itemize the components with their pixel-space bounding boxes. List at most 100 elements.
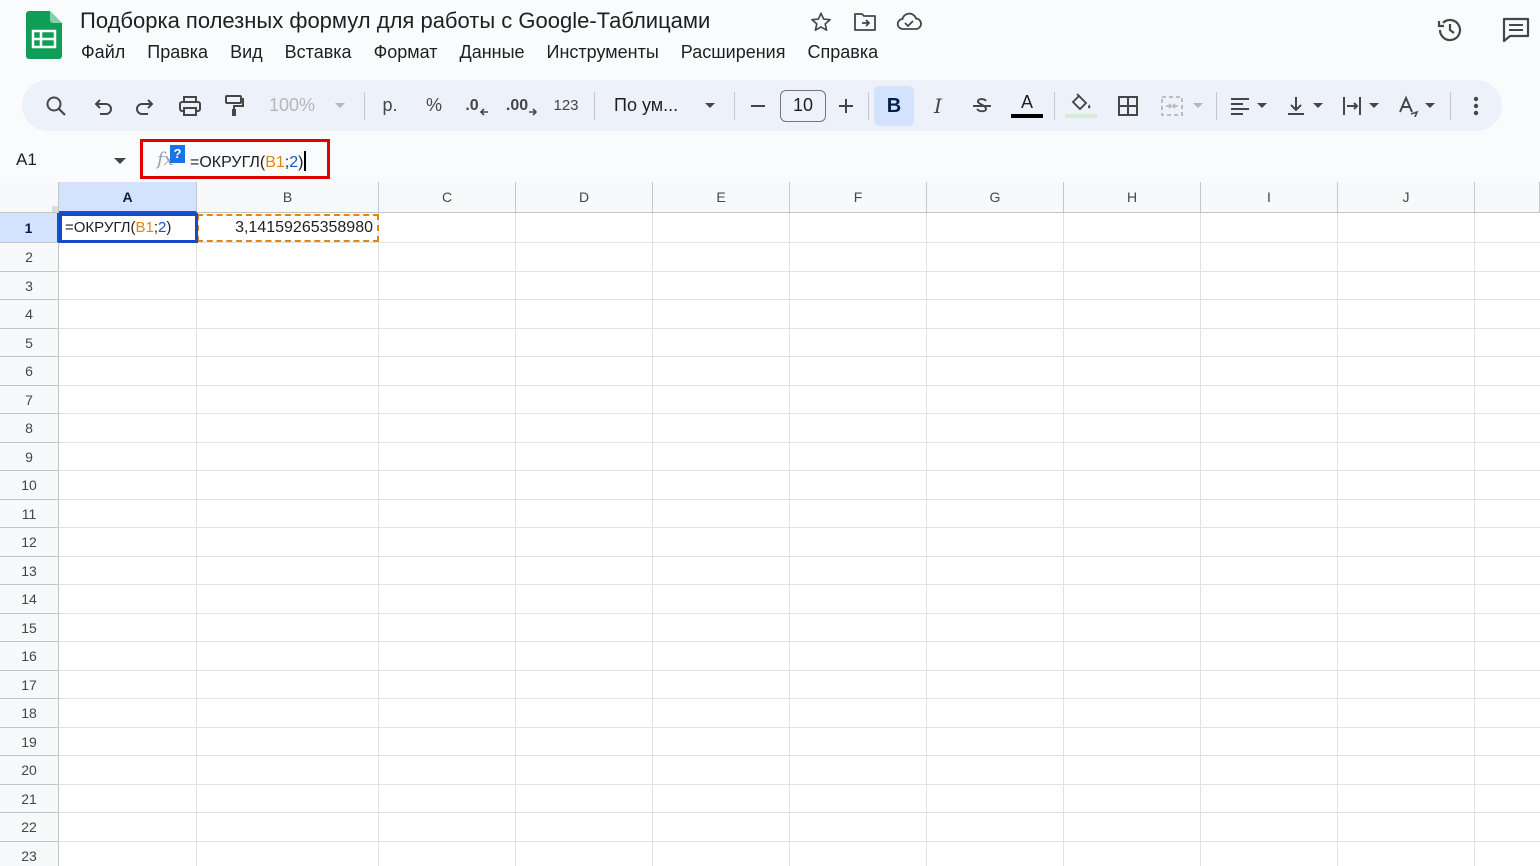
- decrease-decimals-button[interactable]: .0: [460, 80, 494, 131]
- grid-line: [378, 213, 379, 866]
- merge-cells-icon[interactable]: [1156, 80, 1188, 131]
- name-box-dropdown-icon[interactable]: [114, 158, 126, 164]
- text-rotation-icon[interactable]: [1394, 80, 1422, 131]
- vertical-align-icon[interactable]: [1282, 80, 1310, 131]
- document-title[interactable]: Подборка полезных формул для работы с Go…: [80, 8, 710, 34]
- halign-dropdown-icon[interactable]: [1254, 80, 1270, 131]
- print-icon[interactable]: [174, 80, 206, 131]
- comments-icon[interactable]: [1500, 14, 1532, 46]
- column-header-g[interactable]: G: [927, 182, 1064, 213]
- paint-format-icon[interactable]: [218, 80, 250, 131]
- cell-b1[interactable]: 3,14159265358980: [197, 214, 379, 242]
- redo-icon[interactable]: [130, 80, 162, 131]
- row-header-12[interactable]: 12: [0, 528, 59, 557]
- cell-a1-active-editor[interactable]: =ОКРУГЛ(B1;2): [59, 213, 198, 243]
- row-header-18[interactable]: 18: [0, 699, 59, 728]
- column-header-i[interactable]: I: [1201, 182, 1338, 213]
- spreadsheet-grid[interactable]: A B C D E F G H I J 1 2 3 4 5 6 7 8 9 10…: [0, 182, 1540, 866]
- row-header-1[interactable]: 1: [0, 213, 59, 243]
- font-size-input[interactable]: 10: [780, 89, 826, 122]
- grid-line: [59, 527, 1540, 528]
- merge-dropdown-icon[interactable]: [1190, 80, 1206, 131]
- row-header-14[interactable]: 14: [0, 585, 59, 614]
- font-dropdown-icon[interactable]: [700, 80, 720, 131]
- column-header-c[interactable]: C: [379, 182, 516, 213]
- row-header-2[interactable]: 2: [0, 243, 59, 272]
- fill-color-button[interactable]: [1064, 80, 1098, 131]
- menu-extensions[interactable]: Расширения: [670, 40, 797, 65]
- menu-file[interactable]: Файл: [70, 40, 136, 65]
- row-header-22[interactable]: 22: [0, 813, 59, 842]
- row-header-21[interactable]: 21: [0, 785, 59, 813]
- text-color-button[interactable]: A: [1010, 80, 1044, 131]
- row-header-20[interactable]: 20: [0, 756, 59, 785]
- column-header-j[interactable]: J: [1338, 182, 1475, 213]
- row-header-6[interactable]: 6: [0, 357, 59, 386]
- row-header-4[interactable]: 4: [0, 300, 59, 329]
- search-menus-icon[interactable]: [40, 80, 72, 131]
- column-header-b[interactable]: B: [197, 182, 379, 213]
- menu-edit[interactable]: Правка: [136, 40, 219, 65]
- menu-help[interactable]: Справка: [796, 40, 889, 65]
- percent-format-button[interactable]: %: [418, 80, 450, 131]
- row-header-10[interactable]: 10: [0, 471, 59, 500]
- row-header-3[interactable]: 3: [0, 272, 59, 300]
- strikethrough-icon[interactable]: [966, 80, 998, 131]
- wrap-dropdown-icon[interactable]: [1366, 80, 1382, 131]
- undo-icon[interactable]: [86, 80, 118, 131]
- rotation-dropdown-icon[interactable]: [1422, 80, 1438, 131]
- move-to-folder-icon[interactable]: [850, 10, 880, 34]
- formula-input[interactable]: =ОКРУГЛ(B1;2): [190, 151, 307, 172]
- zoom-dropdown-icon[interactable]: [330, 80, 350, 131]
- row-header-5[interactable]: 5: [0, 329, 59, 357]
- row-header-19[interactable]: 19: [0, 728, 59, 756]
- increase-font-size-icon[interactable]: [832, 80, 860, 131]
- version-history-icon[interactable]: [1434, 14, 1466, 46]
- grid-line: [59, 613, 1540, 614]
- grid-line: [1200, 213, 1201, 866]
- more-formats-button[interactable]: 123: [548, 80, 584, 131]
- row-header-15[interactable]: 15: [0, 614, 59, 642]
- cloud-saved-icon[interactable]: [894, 10, 924, 34]
- valign-dropdown-icon[interactable]: [1310, 80, 1326, 131]
- column-header-e[interactable]: E: [653, 182, 790, 213]
- horizontal-align-icon[interactable]: [1226, 80, 1254, 131]
- more-options-icon[interactable]: [1462, 80, 1490, 131]
- column-header-k[interactable]: [1475, 182, 1540, 213]
- sheets-logo-icon[interactable]: [26, 11, 62, 59]
- row-header-8[interactable]: 8: [0, 414, 59, 443]
- row-header-11[interactable]: 11: [0, 500, 59, 528]
- grid-line: [59, 299, 1540, 300]
- column-header-a[interactable]: A: [59, 182, 197, 213]
- grid-line: [59, 755, 1540, 756]
- text-wrapping-icon[interactable]: [1338, 80, 1366, 131]
- row-header-7[interactable]: 7: [0, 386, 59, 414]
- row-header-17[interactable]: 17: [0, 671, 59, 699]
- font-family-select[interactable]: По ум...: [606, 80, 696, 131]
- column-header-d[interactable]: D: [516, 182, 653, 213]
- decrease-font-size-icon[interactable]: [744, 80, 772, 131]
- increase-decimals-button[interactable]: .00: [504, 80, 540, 131]
- menu-format[interactable]: Формат: [363, 40, 449, 65]
- menu-view[interactable]: Вид: [219, 40, 274, 65]
- italic-button[interactable]: I: [922, 80, 954, 131]
- cell-formula-function: =ОКРУГЛ(: [65, 219, 136, 236]
- menu-data[interactable]: Данные: [449, 40, 536, 65]
- column-header-h[interactable]: H: [1064, 182, 1201, 213]
- select-all-corner[interactable]: [0, 182, 59, 213]
- row-header-13[interactable]: 13: [0, 557, 59, 585]
- currency-format-button[interactable]: р.: [374, 80, 406, 131]
- name-box[interactable]: A1: [16, 150, 37, 170]
- column-header-f[interactable]: F: [790, 182, 927, 213]
- star-icon[interactable]: [806, 10, 836, 34]
- row-header-23[interactable]: 23: [0, 842, 59, 866]
- menu-tools[interactable]: Инструменты: [536, 40, 670, 65]
- borders-icon[interactable]: [1112, 80, 1144, 131]
- zoom-select[interactable]: 100%: [262, 80, 322, 131]
- menu-insert[interactable]: Вставка: [274, 40, 363, 65]
- bold-button[interactable]: B: [874, 86, 914, 126]
- decrease-decimals-label: .0: [465, 96, 479, 114]
- row-header-16[interactable]: 16: [0, 642, 59, 671]
- grid-line: [59, 328, 1540, 329]
- row-header-9[interactable]: 9: [0, 443, 59, 471]
